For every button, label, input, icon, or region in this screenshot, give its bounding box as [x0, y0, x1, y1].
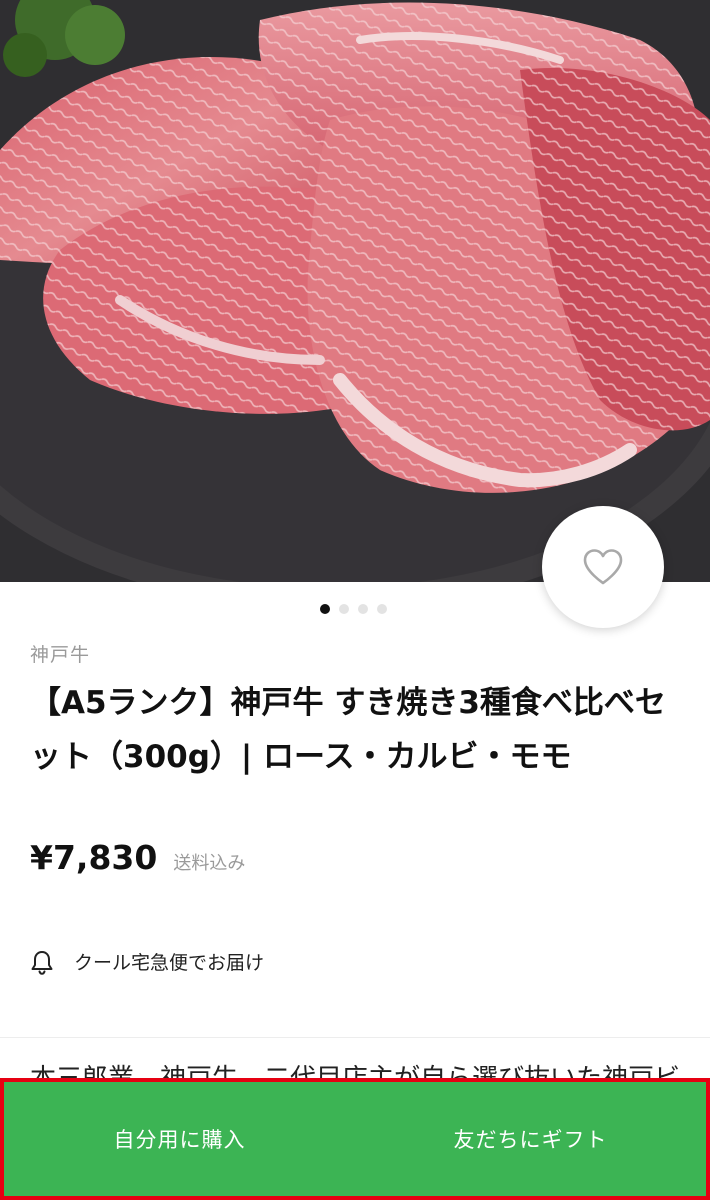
- divider: [0, 1037, 710, 1038]
- beef-photo: [0, 0, 710, 582]
- product-price: ¥7,830: [30, 838, 158, 877]
- gift-to-friend-button[interactable]: 友だちにギフト: [355, 1082, 706, 1196]
- delivery-text: クール宅急便でお届け: [74, 952, 265, 974]
- pagination-dot[interactable]: [357, 604, 368, 614]
- price-row: ¥7,830 送料込み: [30, 838, 245, 877]
- purchase-action-bar: 自分用に購入 友だちにギフト: [0, 1078, 710, 1200]
- pagination-dot-active[interactable]: [319, 604, 330, 614]
- brand-label: 神戸牛: [30, 644, 91, 666]
- product-title: 【A5ランク】神戸牛 すき焼き3種食べ比べセット（300g）| ロース・カルビ・…: [30, 685, 666, 775]
- shipping-included-note: 送料込み: [173, 853, 246, 874]
- product-image[interactable]: [0, 0, 710, 582]
- pagination-dot[interactable]: [376, 604, 387, 614]
- image-pagination: [0, 604, 708, 614]
- pagination-dot[interactable]: [338, 604, 349, 614]
- bell-icon: [31, 950, 53, 975]
- delivery-info: クール宅急便でお届け: [30, 948, 264, 975]
- heart-icon: [583, 549, 623, 585]
- buy-for-self-button[interactable]: 自分用に購入: [4, 1082, 355, 1196]
